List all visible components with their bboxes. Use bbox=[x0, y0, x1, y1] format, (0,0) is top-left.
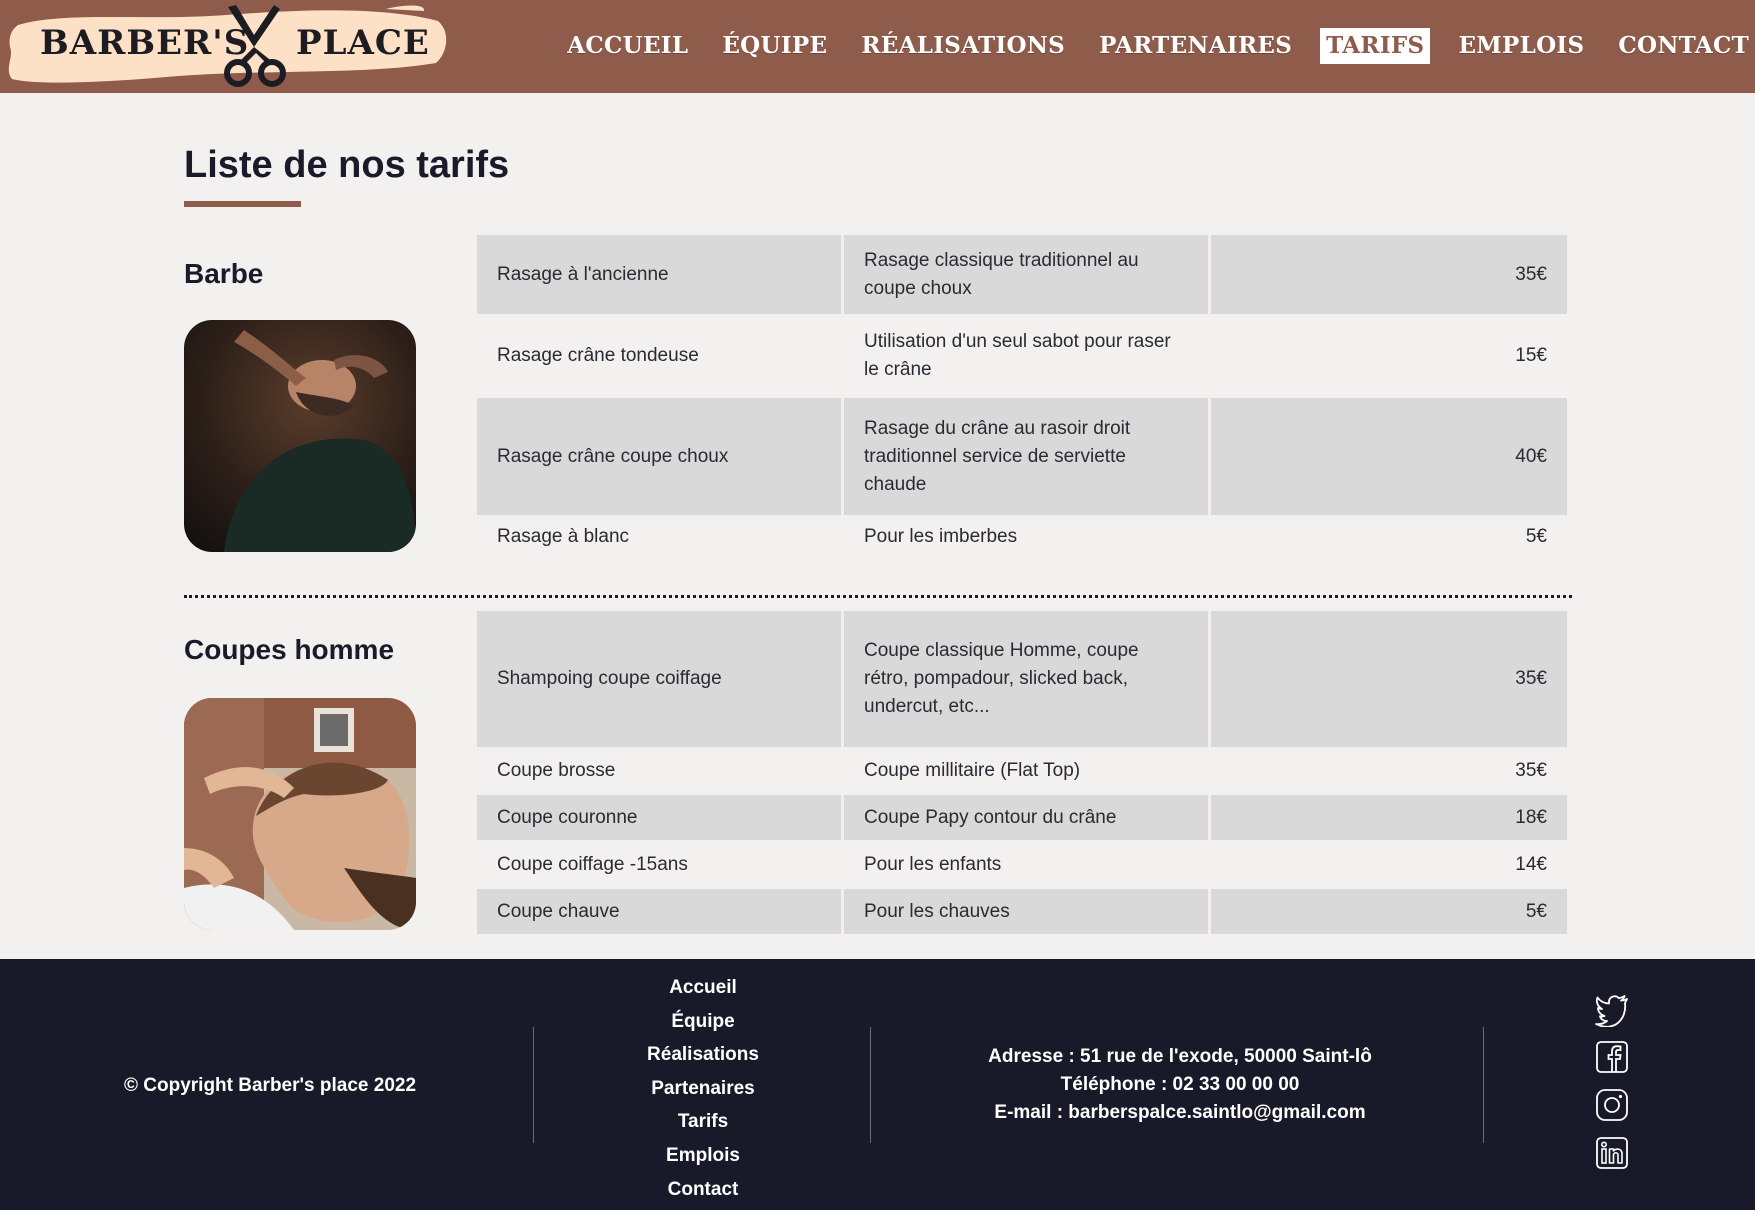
copyright-text: © Copyright Barber's place 2022 bbox=[124, 1075, 417, 1096]
footer-link-partenaires[interactable]: Partenaires bbox=[560, 1072, 846, 1106]
footer-link-emplois[interactable]: Emplois bbox=[560, 1139, 846, 1173]
contact-phone: Téléphone : 02 33 00 00 00 bbox=[1060, 1074, 1300, 1095]
nav-item-emplois[interactable]: EMPLOIS bbox=[1452, 28, 1590, 64]
table-row: Shampoing coupe coiffage Coupe classique… bbox=[477, 611, 1567, 747]
price-table-barbe: Rasage à l'ancienne Rasage classique tra… bbox=[474, 235, 1570, 559]
contact-email[interactable]: E-mail : barberspalce.saintlo@gmail.com bbox=[900, 1099, 1460, 1127]
section-title-coupes-homme: Coupes homme bbox=[184, 634, 395, 665]
facebook-icon[interactable] bbox=[1594, 1039, 1630, 1075]
social-links bbox=[1594, 991, 1634, 1183]
nav-item-equipe[interactable]: ÉQUIPE bbox=[716, 28, 833, 64]
linkedin-icon[interactable] bbox=[1594, 1135, 1630, 1171]
service-name: Rasage crâne coupe choux bbox=[477, 398, 841, 515]
service-description: Rasage du crâne au rasoir droit traditio… bbox=[844, 398, 1208, 515]
table-row: Rasage à l'ancienne Rasage classique tra… bbox=[477, 235, 1567, 314]
beard-shave-image bbox=[184, 320, 416, 552]
service-price: 35€ bbox=[1211, 235, 1567, 314]
footer-divider bbox=[533, 1027, 534, 1143]
service-price: 18€ bbox=[1211, 795, 1567, 840]
service-name: Coupe couronne bbox=[477, 795, 841, 840]
service-description: Rasage classique traditionnel au coupe c… bbox=[844, 235, 1208, 314]
service-name: Coupe brosse bbox=[497, 760, 616, 781]
site-header: BARBER'S PLACE ACCUEIL ÉQUIPE RÉALISATIO… bbox=[0, 0, 1755, 93]
nav-item-tarifs[interactable]: TARIFS bbox=[1320, 28, 1431, 64]
nav-item-realisations[interactable]: RÉALISATIONS bbox=[855, 28, 1071, 64]
service-price: 15€ bbox=[1515, 345, 1547, 366]
nav-item-partenaires[interactable]: PARTENAIRES bbox=[1093, 28, 1298, 64]
price-table-coupes-homme: Shampoing coupe coiffage Coupe classique… bbox=[474, 611, 1570, 934]
service-name: Coupe chauve bbox=[477, 889, 841, 934]
nav-item-contact[interactable]: CONTACT bbox=[1612, 28, 1755, 64]
service-price: 5€ bbox=[1211, 889, 1567, 934]
footer-nav: Accueil Équipe Réalisations Partenaires … bbox=[560, 971, 846, 1206]
site-footer: © Copyright Barber's place 2022 Accueil … bbox=[0, 959, 1755, 1210]
footer-link-tarifs[interactable]: Tarifs bbox=[560, 1105, 846, 1139]
service-name: Coupe coiffage -15ans bbox=[497, 853, 688, 875]
footer-link-contact[interactable]: Contact bbox=[560, 1173, 846, 1207]
service-price: 35€ bbox=[1211, 611, 1567, 747]
section-title-barbe: Barbe bbox=[184, 258, 264, 289]
main-nav: ACCUEIL ÉQUIPE RÉALISATIONS PARTENAIRES … bbox=[539, 27, 1755, 65]
service-price: 35€ bbox=[1515, 760, 1547, 781]
table-row: Coupe brosse Coupe millitaire (Flat Top)… bbox=[477, 747, 1567, 795]
service-description: Coupe classique Homme, coupe rétro, pomp… bbox=[844, 611, 1208, 747]
table-row: Rasage crâne coupe choux Rasage du crâne… bbox=[477, 398, 1567, 515]
footer-link-accueil[interactable]: Accueil bbox=[560, 971, 846, 1005]
service-description: Coupe millitaire (Flat Top) bbox=[864, 760, 1081, 781]
haircut-image bbox=[184, 698, 416, 930]
nav-item-accueil[interactable]: ACCUEIL bbox=[561, 28, 694, 64]
service-price: 14€ bbox=[1515, 853, 1547, 875]
instagram-icon[interactable] bbox=[1594, 1087, 1630, 1123]
contact-address: Adresse : 51 rue de l'exode, 50000 Saint… bbox=[988, 1046, 1372, 1067]
footer-divider bbox=[1483, 1027, 1484, 1143]
section-divider bbox=[184, 595, 1572, 598]
site-logo[interactable]: BARBER'S PLACE bbox=[6, 3, 450, 87]
service-price: 40€ bbox=[1211, 398, 1567, 515]
table-row: Coupe chauve Pour les chauves 5€ bbox=[477, 889, 1567, 934]
title-underline bbox=[184, 201, 301, 207]
service-description: Utilisation d'un seul sabot pour raser l… bbox=[864, 331, 1171, 380]
table-row: Coupe couronne Coupe Papy contour du crâ… bbox=[477, 795, 1567, 840]
service-price: 5€ bbox=[1525, 526, 1547, 547]
table-row: Rasage à blanc Pour les imberbes 5€ bbox=[477, 515, 1567, 559]
service-name: Shampoing coupe coiffage bbox=[477, 611, 841, 747]
page-title: Liste de nos tarifs bbox=[184, 144, 510, 186]
contact-info: Adresse : 51 rue de l'exode, 50000 Saint… bbox=[900, 1043, 1460, 1127]
service-name: Rasage crâne tondeuse bbox=[497, 345, 699, 366]
table-row: Coupe coiffage -15ans Pour les enfants 1… bbox=[477, 840, 1567, 889]
footer-link-realisations[interactable]: Réalisations bbox=[560, 1038, 846, 1072]
service-description: Pour les enfants bbox=[864, 853, 1002, 875]
footer-link-equipe[interactable]: Équipe bbox=[560, 1005, 846, 1039]
scissors-icon bbox=[224, 5, 286, 87]
service-description: Coupe Papy contour du crâne bbox=[844, 795, 1208, 840]
footer-divider bbox=[870, 1027, 871, 1143]
service-name: Rasage à l'ancienne bbox=[477, 235, 841, 314]
service-description: Pour les imberbes bbox=[864, 526, 1018, 547]
service-description: Pour les chauves bbox=[844, 889, 1208, 934]
table-row: Rasage crâne tondeuse Utilisation d'un s… bbox=[477, 314, 1567, 398]
twitter-icon[interactable] bbox=[1594, 991, 1630, 1027]
service-name: Rasage à blanc bbox=[497, 526, 630, 547]
logo-word-right: PLACE bbox=[296, 23, 430, 63]
